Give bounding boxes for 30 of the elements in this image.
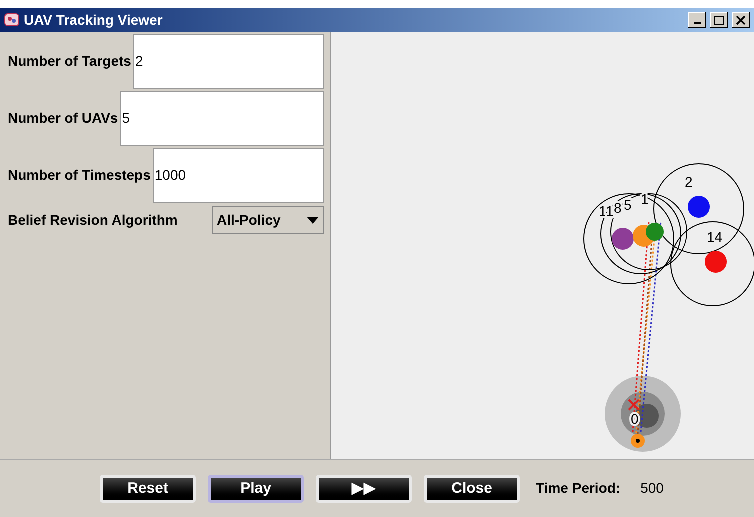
track-label: 5 <box>624 197 632 213</box>
status-value: 500 <box>640 479 664 498</box>
input-field[interactable]: 5 <box>120 91 324 146</box>
control-button[interactable]: Play <box>208 474 304 502</box>
control-button[interactable]: Reset <box>100 474 196 502</box>
input-field[interactable]: 2 <box>133 34 324 89</box>
algorithm-dropdown[interactable]: All-Policy <box>212 206 324 234</box>
control-button[interactable]: ▶▶ <box>316 474 412 502</box>
field-label: Number of Targets <box>8 52 132 71</box>
close-button[interactable] <box>732 12 750 28</box>
cross-icon <box>628 399 640 411</box>
field-label: Belief Revision Algorithm <box>8 210 179 230</box>
track-label: 2 <box>685 174 693 190</box>
app-icon <box>4 12 20 28</box>
uav-marker-icon <box>631 434 645 448</box>
close-icon <box>736 16 746 24</box>
input-field[interactable]: 1000 <box>152 148 324 203</box>
minimize-button[interactable] <box>688 12 706 28</box>
field-label: Number of Timesteps <box>8 166 152 185</box>
caret-icon <box>307 216 319 224</box>
track-label: 14 <box>707 229 723 245</box>
status-label: Time Period: <box>536 479 621 498</box>
maximize-icon <box>714 16 724 24</box>
track-label: 0 <box>631 411 639 427</box>
minimize-icon <box>694 22 700 24</box>
control-button[interactable]: Close <box>424 474 520 502</box>
maximize-button[interactable] <box>710 12 728 28</box>
window-title: UAV Tracking Viewer <box>24 10 164 30</box>
track-label: 1 <box>599 203 607 219</box>
field-label: Number of UAVs <box>8 109 120 128</box>
